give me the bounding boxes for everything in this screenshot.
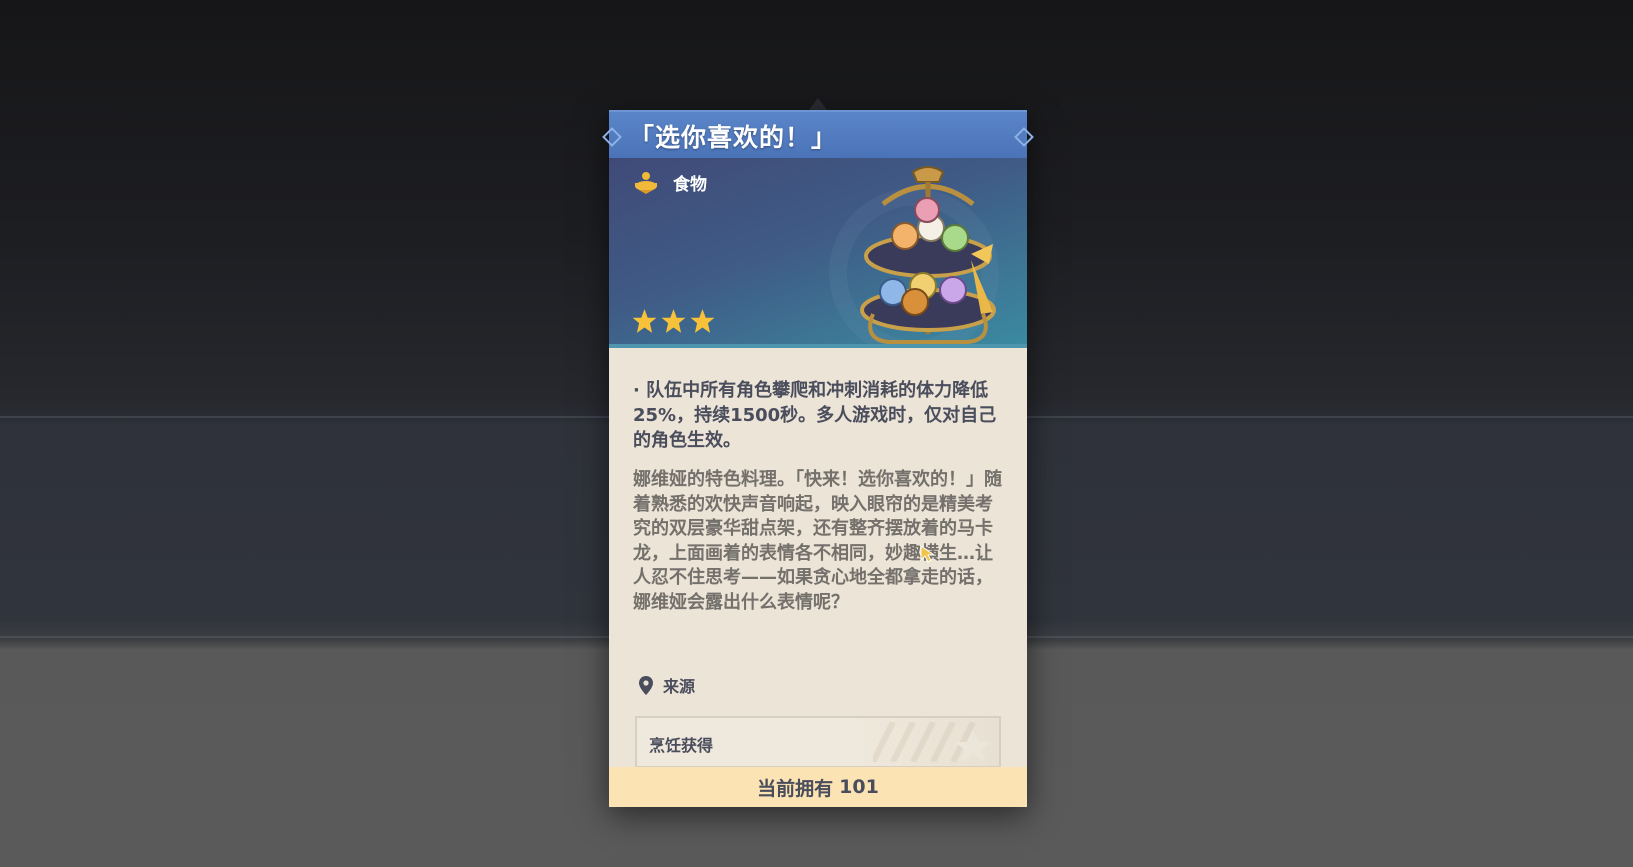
item-category: 食物 — [633, 170, 707, 195]
macaron-stand-image — [860, 166, 996, 344]
item-title-bar: 「选你喜欢的！」 — [602, 110, 1034, 158]
popup-pointer — [809, 98, 827, 110]
owned-label: 当前拥有 — [757, 777, 834, 800]
food-icon — [635, 171, 657, 194]
title-left-ornament-icon — [602, 127, 622, 147]
owned-count: 101 — [839, 776, 879, 798]
star-icon — [690, 309, 715, 333]
star-icon — [632, 309, 657, 333]
mouse-cursor-icon — [920, 545, 936, 563]
source-item-label: 烹饪获得 — [649, 736, 714, 755]
rarity-stars — [631, 308, 718, 334]
source-label: 来源 — [663, 677, 696, 696]
star-icon — [661, 309, 686, 333]
item-hero-panel: 食物 — [609, 158, 1027, 348]
owned-count-bar: 当前拥有 101 — [609, 767, 1027, 807]
location-pin-icon — [639, 675, 653, 695]
source-entry[interactable]: 烹饪获得 — [635, 716, 1001, 768]
item-effect-text: · 队伍中所有角色攀爬和冲刺消耗的体力降低25%，持续1500秒。多人游戏时，仅… — [633, 380, 997, 451]
item-detail-card: 「选你喜欢的！」 食物 · 队伍中所有角色攀爬和冲刺消耗的体力降低25%，持续1… — [602, 110, 1034, 807]
source-header: 来源 — [639, 673, 695, 697]
item-title: 「选你喜欢的！」 — [629, 123, 838, 152]
category-label: 食物 — [673, 175, 707, 195]
item-description-text: 娜维娅的特色料理。「快来！选你喜欢的！」随着熟悉的欢快声音响起，映入眼帘的是精美… — [633, 469, 1002, 613]
title-right-ornament-icon — [1014, 127, 1034, 147]
source-pattern-icon — [873, 722, 991, 762]
